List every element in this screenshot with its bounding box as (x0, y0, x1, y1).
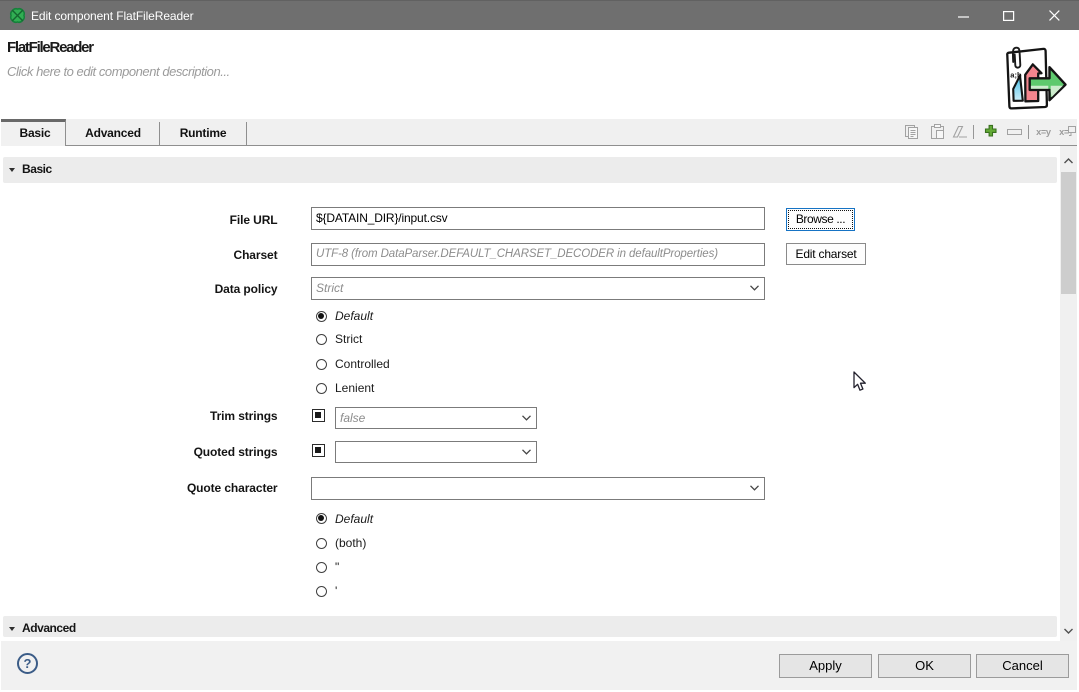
svg-text:x=y: x=y (1036, 128, 1052, 138)
svg-text:x=: x= (1059, 128, 1069, 138)
